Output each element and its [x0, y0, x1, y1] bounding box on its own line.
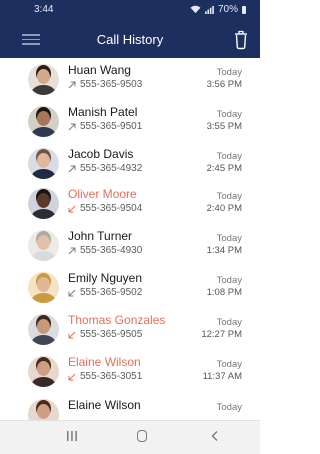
- outgoing-call-icon: [68, 81, 76, 88]
- avatar: [28, 230, 59, 261]
- call-time: 1:08 PM: [206, 287, 242, 298]
- phone-number: 555-365-9501: [80, 121, 143, 132]
- call-row[interactable]: Jacob Davis 555-365-4932 Today 2:45 PM: [0, 145, 260, 185]
- contact-name: Emily Nguyen: [68, 271, 143, 285]
- incoming-call-icon: [68, 289, 76, 296]
- avatar: [28, 314, 59, 345]
- status-bar: 3:44 70%: [0, 0, 260, 22]
- contact-name: John Turner: [68, 229, 133, 243]
- call-row[interactable]: Huan Wang 555-365-9503 Today 3:56 PM: [0, 61, 260, 101]
- call-date: Today: [216, 275, 242, 286]
- call-date: Today: [216, 151, 242, 162]
- phone-number: 555-365-3051: [80, 371, 143, 382]
- contact-name: Oliver Moore: [68, 187, 137, 201]
- avatar: [28, 399, 59, 420]
- call-number-line: 555-365-9504: [68, 203, 142, 214]
- back-icon[interactable]: [210, 430, 220, 442]
- call-row[interactable]: Oliver Moore 555-365-9504 Today 2:40 PM: [0, 185, 260, 225]
- call-number-line: 555-365-9503: [68, 79, 142, 90]
- contact-name: Elaine Wilson: [68, 398, 141, 412]
- recent-apps-icon[interactable]: [66, 430, 78, 442]
- battery-percent: 70%: [217, 4, 238, 15]
- avatar: [28, 64, 59, 95]
- call-time: 3:55 PM: [206, 121, 242, 132]
- phone-number: 555-365-9505: [80, 329, 143, 340]
- call-date: Today: [216, 359, 242, 370]
- outgoing-call-icon: [68, 165, 76, 172]
- call-list: Huan Wang 555-365-9503 Today 3:56 PM Manish …: [0, 58, 260, 420]
- app-bar: Call History: [0, 22, 260, 58]
- avatar: [28, 106, 59, 137]
- call-date: Today: [216, 317, 242, 328]
- call-number-line: 555-365-9501: [68, 121, 142, 132]
- contact-name: Manish Patel: [68, 105, 138, 119]
- call-row[interactable]: John Turner 555-365-4930 Today 1:34 PM: [0, 227, 260, 267]
- call-time: 11:37 AM: [202, 371, 242, 382]
- wifi-icon: [190, 5, 201, 14]
- phone-number: 555-365-4930: [80, 245, 143, 256]
- call-row[interactable]: Thomas Gonzales 555-365-9505 Today 12:27 PM: [0, 311, 260, 351]
- avatar: [28, 272, 59, 303]
- avatar: [28, 148, 59, 179]
- phone-number: 555-365-4932: [80, 163, 143, 174]
- phone-number: 555-365-9502: [80, 287, 143, 298]
- system-nav-bar: [0, 420, 260, 454]
- call-number-line: 555-365-4932: [68, 163, 142, 174]
- status-icons: 70%: [190, 4, 246, 15]
- page-title: Call History: [96, 32, 164, 47]
- call-time: 2:40 PM: [206, 203, 242, 214]
- incoming-call-icon: [68, 331, 76, 338]
- call-row[interactable]: Emily Nguyen 555-365-9502 Today 1:08 PM: [0, 269, 260, 309]
- call-row[interactable]: Elaine Wilson Today: [0, 396, 260, 420]
- call-date: Today: [216, 402, 242, 413]
- call-date: Today: [216, 233, 242, 244]
- call-time: 12:27 PM: [201, 329, 242, 340]
- signal-icon: [205, 5, 214, 14]
- contact-name: Huan Wang: [68, 63, 131, 77]
- call-number-line: 555-365-9505: [68, 329, 142, 340]
- phone-number: 555-365-9504: [80, 203, 143, 214]
- trash-icon[interactable]: [234, 28, 248, 50]
- battery-icon: [242, 5, 246, 14]
- call-number-line: 555-365-4930: [68, 245, 142, 256]
- call-row[interactable]: Elaine Wilson 555-365-3051 Today 11:37 AM: [0, 353, 260, 393]
- incoming-call-icon: [68, 373, 76, 380]
- contact-name: Jacob Davis: [68, 147, 134, 161]
- call-row[interactable]: Manish Patel 555-365-9501 Today 3:55 PM: [0, 103, 260, 143]
- status-time: 3:44: [34, 4, 54, 15]
- call-time: 3:56 PM: [206, 79, 242, 90]
- outgoing-call-icon: [68, 123, 76, 130]
- avatar: [28, 356, 59, 387]
- outgoing-call-icon: [68, 247, 76, 254]
- call-number-line: 555-365-3051: [68, 371, 142, 382]
- home-icon[interactable]: [137, 430, 147, 442]
- phone-number: 555-365-9503: [80, 79, 143, 90]
- call-date: Today: [216, 191, 242, 202]
- avatar: [28, 188, 59, 219]
- call-number-line: 555-365-9502: [68, 287, 142, 298]
- call-date: Today: [216, 109, 242, 120]
- incoming-call-icon: [68, 205, 76, 212]
- contact-name: Thomas Gonzales: [68, 313, 166, 327]
- call-time: 1:34 PM: [206, 245, 242, 256]
- call-time: 2:45 PM: [206, 163, 242, 174]
- call-date: Today: [216, 67, 242, 78]
- contact-name: Elaine Wilson: [68, 355, 141, 369]
